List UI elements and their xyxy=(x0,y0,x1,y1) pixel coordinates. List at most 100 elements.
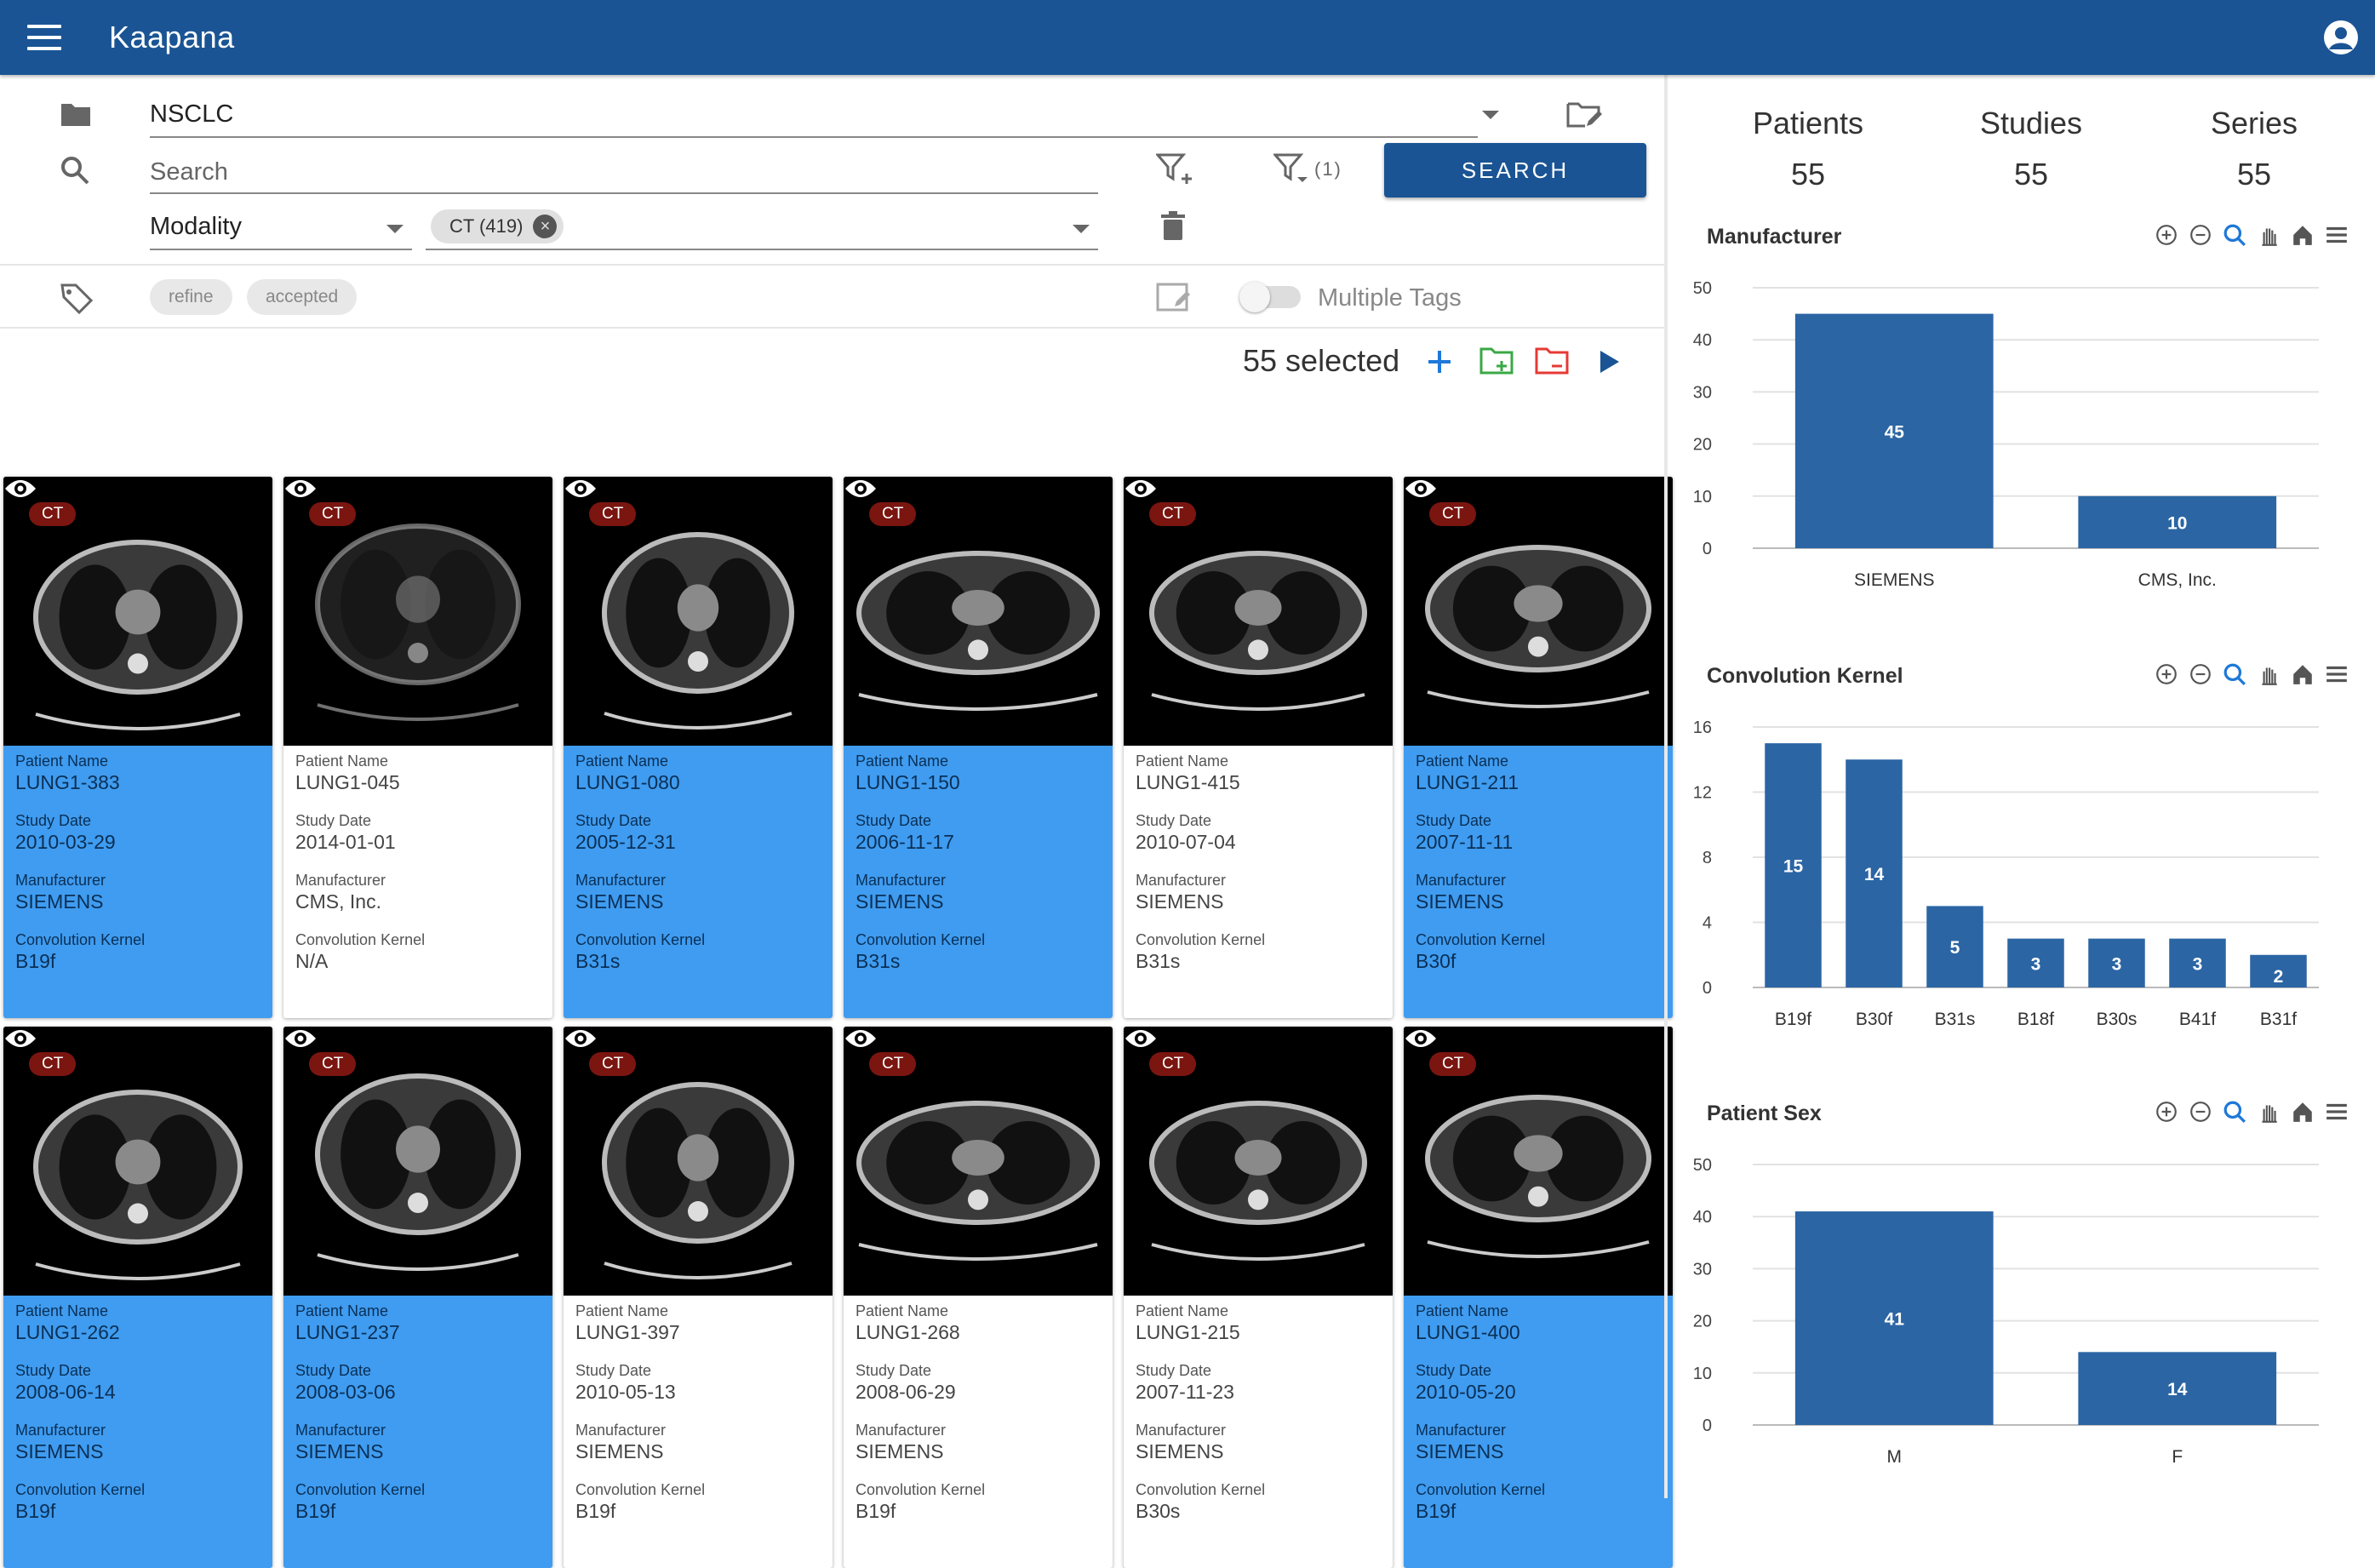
series-thumbnail[interactable]: CT xyxy=(283,1027,552,1296)
menu-lines-icon[interactable] xyxy=(2325,1100,2349,1124)
eye-icon[interactable] xyxy=(283,477,318,501)
eye-icon[interactable] xyxy=(1404,477,1438,501)
chevron-down-icon[interactable] xyxy=(1482,111,1499,119)
series-card[interactable]: CT Patient Name LUNG1-080 Study Date 200… xyxy=(564,477,833,1018)
x-tick-label: SIEMENS xyxy=(1854,570,1935,590)
manufacturer-value: SIEMENS xyxy=(856,890,944,913)
series-info: Patient Name LUNG1-150 Study Date 2006-1… xyxy=(856,751,1106,989)
zoom-out-icon[interactable] xyxy=(2189,223,2212,247)
convolution-kernel-label: Convolution Kernel xyxy=(575,931,706,948)
bar-chart: 0 10 20 30 40 50 41 M 14 F xyxy=(1693,1156,2319,1467)
multiple-tags-toggle[interactable] xyxy=(1239,282,1301,312)
series-thumbnail[interactable]: CT xyxy=(283,477,552,746)
menu-lines-icon[interactable] xyxy=(2325,662,2349,686)
search-input[interactable]: Search xyxy=(150,158,1098,194)
eye-icon[interactable] xyxy=(3,477,37,501)
y-tick-label: 40 xyxy=(1693,1208,1712,1227)
series-thumbnail[interactable]: CT xyxy=(1124,1027,1393,1296)
series-card[interactable]: CT Patient Name LUNG1-415 Study Date 201… xyxy=(1124,477,1393,1018)
series-card[interactable]: CT Patient Name LUNG1-268 Study Date 200… xyxy=(844,1027,1113,1568)
eye-icon[interactable] xyxy=(564,1027,598,1050)
menu-lines-icon[interactable] xyxy=(2325,223,2349,247)
eye-icon[interactable] xyxy=(844,477,878,501)
pan-icon[interactable] xyxy=(2257,223,2281,247)
add-filter-icon[interactable] xyxy=(1156,153,1193,186)
series-card[interactable]: CT Patient Name LUNG1-400 Study Date 201… xyxy=(1404,1027,1673,1568)
eye-icon[interactable] xyxy=(1124,1027,1158,1050)
series-card[interactable]: CT Patient Name LUNG1-383 Study Date 201… xyxy=(3,477,272,1018)
series-thumbnail[interactable]: CT xyxy=(1404,477,1673,746)
series-info: Patient Name LUNG1-211 Study Date 2007-1… xyxy=(1416,751,1666,989)
zoom-in-icon[interactable] xyxy=(2155,223,2178,247)
series-thumbnail[interactable]: CT xyxy=(564,1027,833,1296)
chevron-down-icon[interactable] xyxy=(1073,225,1090,233)
series-card[interactable]: CT Patient Name LUNG1-397 Study Date 201… xyxy=(564,1027,833,1568)
zoom-select-icon[interactable] xyxy=(2223,223,2246,247)
edit-tags-icon[interactable] xyxy=(1156,281,1192,313)
add-icon[interactable] xyxy=(1427,349,1452,375)
zoom-in-icon[interactable] xyxy=(2155,1100,2178,1124)
series-thumbnail[interactable]: CT xyxy=(1124,477,1393,746)
bar-value-label: 15 xyxy=(1783,857,1804,877)
tag-chip-accepted[interactable]: accepted xyxy=(247,279,358,315)
eye-icon[interactable] xyxy=(3,1027,37,1050)
patient-name-value: LUNG1-400 xyxy=(1416,1321,1520,1343)
series-thumbnail[interactable]: CT xyxy=(564,477,833,746)
series-card[interactable]: CT Patient Name LUNG1-211 Study Date 200… xyxy=(1404,477,1673,1018)
eye-icon[interactable] xyxy=(283,1027,318,1050)
home-icon[interactable] xyxy=(2291,662,2315,686)
zoom-select-icon[interactable] xyxy=(2223,662,2246,686)
series-card[interactable]: CT Patient Name LUNG1-262 Study Date 200… xyxy=(3,1027,272,1568)
collection-select[interactable]: NSCLC xyxy=(150,100,1478,138)
home-icon[interactable] xyxy=(2291,1100,2315,1124)
eye-icon[interactable] xyxy=(1124,477,1158,501)
convolution-kernel-label: Convolution Kernel xyxy=(856,1481,986,1498)
series-info: Patient Name LUNG1-080 Study Date 2005-1… xyxy=(575,751,826,989)
pan-icon[interactable] xyxy=(2257,662,2281,686)
series-card[interactable]: CT Patient Name LUNG1-045 Study Date 201… xyxy=(283,477,552,1018)
zoom-out-icon[interactable] xyxy=(2189,662,2212,686)
filter-dropdown-icon[interactable] xyxy=(1273,153,1311,186)
series-card[interactable]: CT Patient Name LUNG1-150 Study Date 200… xyxy=(844,477,1113,1018)
home-icon[interactable] xyxy=(2291,223,2315,247)
patient-name-label: Patient Name xyxy=(856,1302,949,1319)
eye-icon[interactable] xyxy=(844,1027,878,1050)
patient-name-value: LUNG1-237 xyxy=(295,1321,400,1343)
close-icon[interactable]: × xyxy=(533,215,558,238)
series-thumbnail[interactable]: CT xyxy=(3,1027,272,1296)
chevron-down-icon[interactable] xyxy=(386,225,403,233)
remove-from-dataset-icon[interactable] xyxy=(1535,346,1571,376)
manufacturer-label: Manufacturer xyxy=(575,1422,667,1439)
x-tick-label: B18f xyxy=(2017,1010,2054,1029)
convolution-kernel-label: Convolution Kernel xyxy=(15,1481,146,1498)
add-to-dataset-icon[interactable] xyxy=(1479,346,1515,376)
series-thumbnail[interactable]: CT xyxy=(3,477,272,746)
zoom-select-icon[interactable] xyxy=(2223,1100,2246,1124)
series-thumbnail[interactable]: CT xyxy=(1404,1027,1673,1296)
tag-chip-refine[interactable]: refine xyxy=(150,279,232,315)
play-icon[interactable] xyxy=(1599,349,1621,375)
series-thumbnail[interactable]: CT xyxy=(844,477,1113,746)
chart-title: Manufacturer xyxy=(1707,225,1842,249)
modality-chip[interactable]: CT (419) × xyxy=(431,209,564,243)
zoom-out-icon[interactable] xyxy=(2189,1100,2212,1124)
manufacturer-label: Manufacturer xyxy=(575,872,667,889)
eye-icon[interactable] xyxy=(564,477,598,501)
pan-icon[interactable] xyxy=(2257,1100,2281,1124)
delete-icon[interactable] xyxy=(1161,211,1185,242)
search-button[interactable]: SEARCH xyxy=(1384,143,1646,197)
folder-edit-icon[interactable] xyxy=(1566,100,1602,131)
study-date-label: Study Date xyxy=(856,812,932,829)
menu-icon[interactable] xyxy=(27,25,61,50)
account-icon[interactable] xyxy=(2324,20,2358,54)
modality-select[interactable]: Modality xyxy=(150,213,412,250)
chart-title: Convolution Kernel xyxy=(1707,664,1903,688)
app-bar: Kaapana xyxy=(0,0,2375,75)
eye-icon[interactable] xyxy=(1404,1027,1438,1050)
series-card[interactable]: CT Patient Name LUNG1-237 Study Date 200… xyxy=(283,1027,552,1568)
zoom-in-icon[interactable] xyxy=(2155,662,2178,686)
series-card[interactable]: CT Patient Name LUNG1-215 Study Date 200… xyxy=(1124,1027,1393,1568)
bar-value-label: 5 xyxy=(1950,938,1960,958)
stat-patients: Patients 55 xyxy=(1697,106,1920,192)
series-thumbnail[interactable]: CT xyxy=(844,1027,1113,1296)
